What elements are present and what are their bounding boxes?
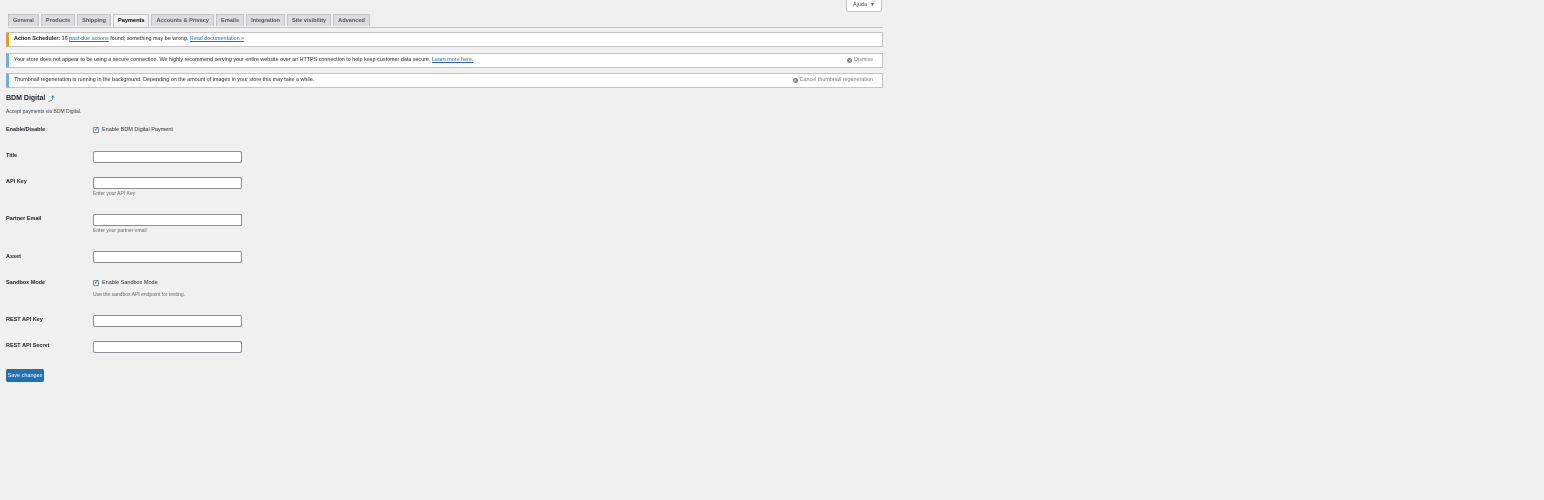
notice-text: Action Scheduler: 16 past-due actions fo…: [14, 33, 244, 46]
tab-general[interactable]: General: [8, 14, 39, 26]
help-button-label: Ajuda: [852, 2, 868, 8]
tab-integration[interactable]: Integration: [246, 14, 285, 26]
thumbnail-notice: Thumbnail regeneration is running in the…: [6, 73, 883, 88]
gateway-title-text: BDM Digital: [6, 95, 46, 102]
enable-disable-label: Enable/Disable: [6, 127, 46, 133]
asset-field[interactable]: [93, 251, 242, 269]
rest-api-key-input[interactable]: [94, 323, 241, 333]
gateway-title: BDM Digital ⤴: [6, 94, 54, 103]
enable-sandbox-label: Enable Sandbox Mode: [102, 280, 158, 286]
partner-email-hint: Enter your partner email: [93, 228, 147, 234]
tab-site-visibility[interactable]: Site visibility: [286, 14, 332, 26]
learn-more-link[interactable]: Learn more here.: [432, 57, 473, 63]
read-documentation-link[interactable]: Read documentation »: [190, 36, 244, 42]
tab-emails[interactable]: Emails: [216, 14, 245, 26]
past-due-actions-link[interactable]: past-due actions: [69, 36, 109, 42]
sandbox-hint: Use the sandbox API endpoint for testing…: [93, 292, 186, 298]
notice-text: Your store does not appear to be using a…: [14, 54, 473, 67]
partner-email-field[interactable]: [93, 214, 242, 232]
api-key-hint: Enter your API Key: [93, 191, 136, 197]
tab-payments[interactable]: Payments: [113, 14, 150, 27]
settings-tabs: General Products Shipping Payments Accou…: [8, 14, 883, 28]
cancel-thumbnail-regeneration-button[interactable]: ✕ Cancel thumbnail regeneration: [792, 74, 882, 87]
rest-api-secret-field[interactable]: [93, 341, 242, 359]
partner-email-label: Partner Email: [6, 216, 42, 222]
enable-sandbox-checkbox[interactable]: [93, 279, 99, 286]
save-changes-button[interactable]: Save changes: [6, 369, 44, 382]
ssl-notice-text: Your store does not appear to be using a…: [14, 57, 431, 63]
enable-payment-option[interactable]: Enable BDM Digital Payment: [93, 126, 173, 133]
api-key-field[interactable]: [93, 177, 242, 195]
action-scheduler-notice: Action Scheduler: 16 past-due actions fo…: [6, 32, 883, 47]
enable-sandbox-option[interactable]: Enable Sandbox Mode: [93, 279, 158, 286]
help-button[interactable]: Ajuda ▼: [845, 0, 882, 12]
past-due-count: 16: [61, 36, 68, 42]
close-icon: ✕: [847, 58, 853, 63]
tab-shipping[interactable]: Shipping: [77, 14, 112, 26]
rest-api-key-field[interactable]: [93, 315, 242, 333]
enable-payment-checkbox[interactable]: [93, 126, 99, 133]
asset-label: Asset: [6, 254, 21, 260]
enable-payment-label: Enable BDM Digital Payment: [102, 127, 173, 133]
rest-api-secret-input[interactable]: [94, 349, 241, 359]
notice-middle-text: found; something may be wrong.: [110, 36, 189, 42]
tab-products[interactable]: Products: [40, 14, 76, 26]
title-input[interactable]: [94, 159, 241, 169]
tab-advanced[interactable]: Advanced: [333, 14, 370, 26]
title-label: Title: [6, 153, 18, 159]
rest-api-secret-label: REST API Secret: [6, 343, 50, 349]
ssl-notice: Your store does not appear to be using a…: [6, 53, 883, 68]
notice-prefix: Action Scheduler:: [14, 36, 61, 42]
cancel-thumbnail-label: Cancel thumbnail regeneration: [799, 77, 873, 83]
close-icon: ✕: [792, 78, 798, 83]
thumbnail-notice-text: Thumbnail regeneration is running in the…: [14, 77, 315, 83]
asset-input[interactable]: [94, 259, 241, 269]
gateway-description: Accept payments via BDM Digital.: [6, 109, 82, 115]
return-up-icon[interactable]: ⤴: [48, 94, 54, 103]
api-key-label: API Key: [6, 179, 27, 185]
title-field[interactable]: [93, 151, 242, 169]
rest-api-key-label: REST API Key: [6, 317, 43, 323]
caret-down-icon: ▼: [870, 2, 875, 8]
dismiss-label: Dismiss: [854, 57, 873, 63]
tab-accounts-privacy[interactable]: Accounts & Privacy: [151, 14, 215, 26]
sandbox-mode-label: Sandbox Mode: [6, 280, 46, 286]
dismiss-button[interactable]: ✕ Dismiss: [847, 54, 882, 67]
